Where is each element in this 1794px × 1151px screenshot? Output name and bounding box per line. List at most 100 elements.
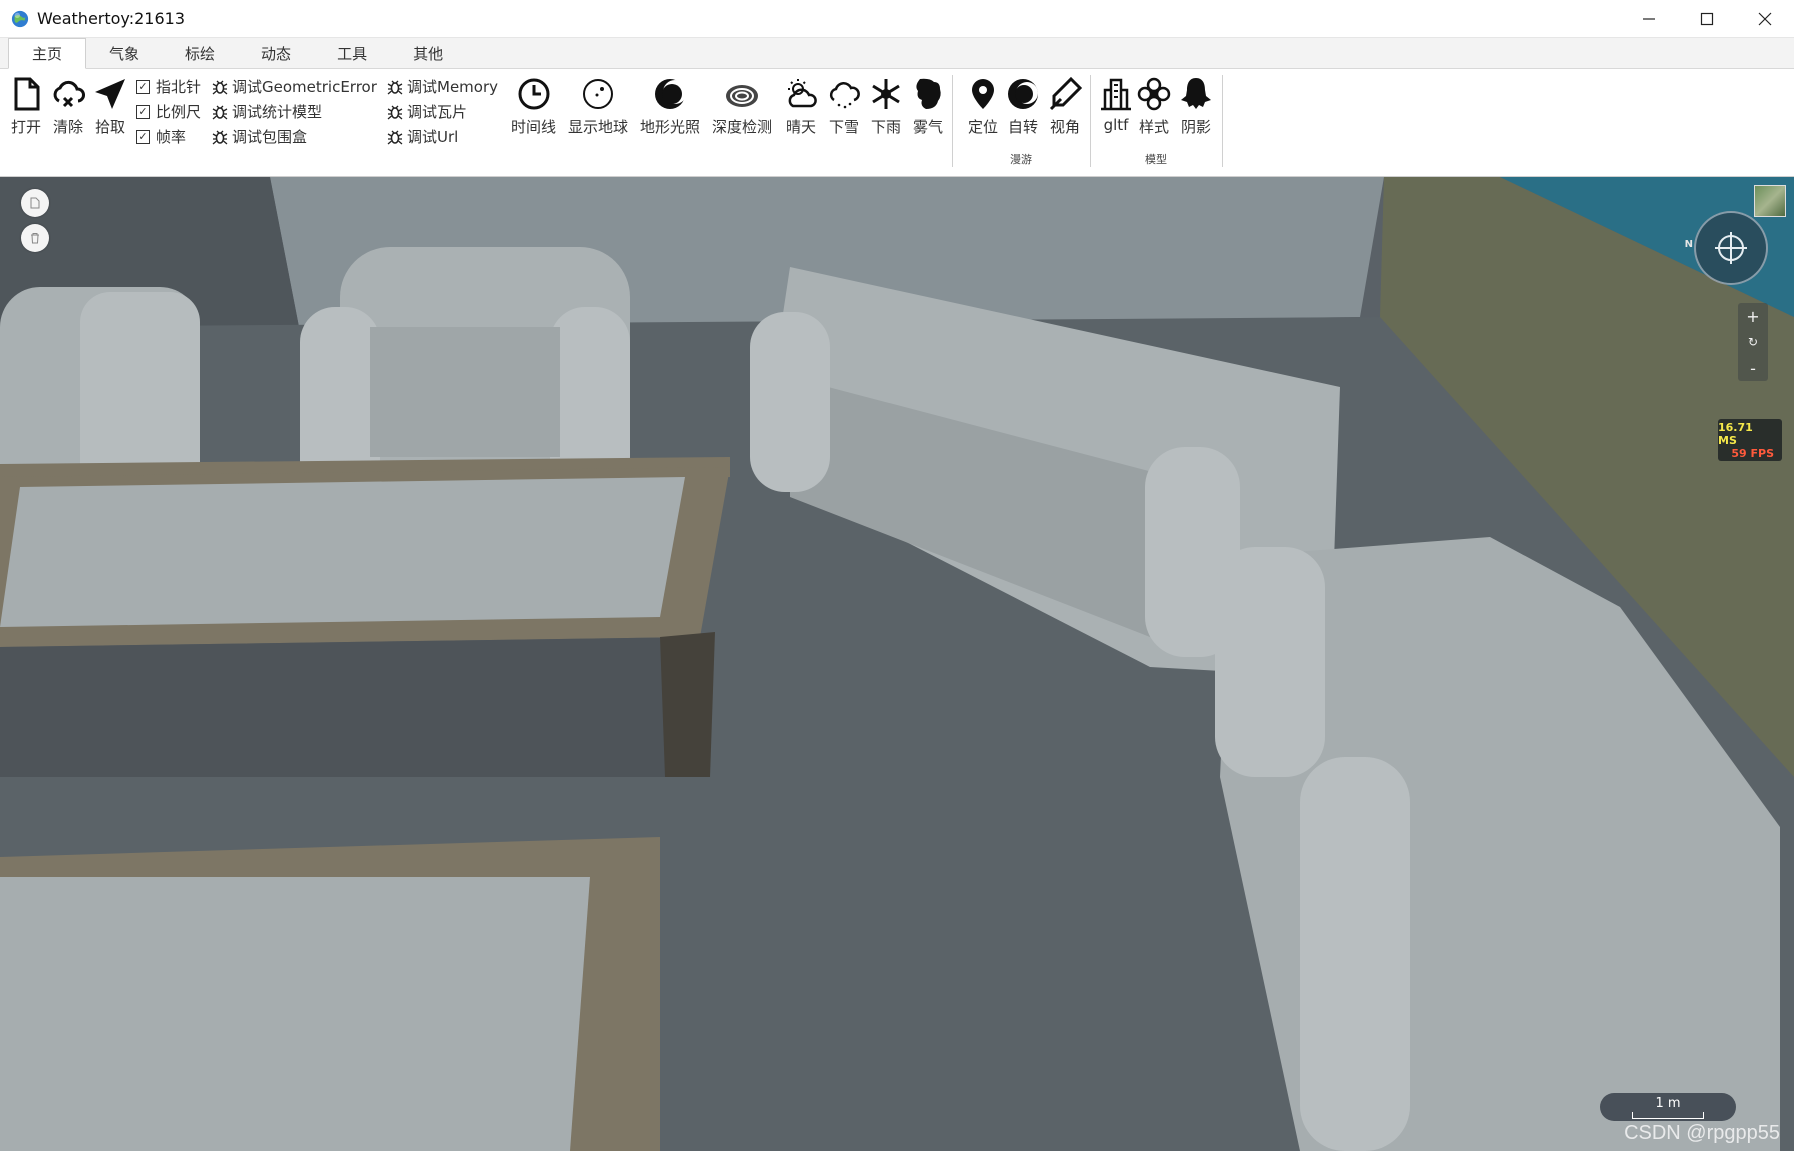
scale-checkbox-label: 比例尺 [156,103,202,121]
file-icon [14,77,40,111]
terrain-lighting-button[interactable]: 地形光照 [640,74,700,137]
tab-home[interactable]: 主页 [8,38,87,69]
compass-north-label: N [1684,239,1693,250]
debug-geometric-error-label: 调试GeometricError [232,78,377,96]
3d-viewport[interactable]: N + ↻ - 16.71 MS 59 FPS 1 m CSDN @rpgpp5… [0,177,1794,1151]
framerate-checkbox-label: 帧率 [156,128,187,146]
pick-arrow-icon [95,79,125,109]
window-title: Weathertoy:21613 [37,9,186,28]
clear-button[interactable]: 清除 [50,74,86,137]
depth-test-button[interactable]: 深度检测 [712,74,772,137]
locate-label: 定位 [967,118,998,136]
fps-text: 59 FPS [1731,446,1774,460]
bug-icon [212,80,228,94]
bug-icon [387,105,403,119]
rain-button[interactable]: 下雨 [868,74,904,137]
compass-checkbox[interactable]: ✓ 指北针 [136,76,201,97]
scale-checkbox[interactable]: ✓ 比例尺 [136,101,201,122]
moon-icon [655,79,687,109]
debug-tiles-label: 调试瓦片 [407,103,468,121]
debug-bounding-box-button[interactable]: 调试包围盒 [212,126,307,147]
fog-icon [916,78,941,109]
show-globe-button[interactable]: 显示地球 [568,74,628,137]
roam-group-label: 漫游 [1010,153,1032,166]
style-label: 样式 [1138,118,1169,136]
show-globe-label: 显示地球 [568,118,629,136]
view-angle-icon [1049,76,1083,111]
tab-weather[interactable]: 气象 [86,39,162,68]
locate-button[interactable]: 定位 [965,74,1001,137]
auto-rotate-button[interactable]: 自转 [1005,74,1041,137]
debug-stats-model-button[interactable]: 调试统计模型 [212,101,322,122]
ribbon-divider [1090,75,1091,167]
cloud-clear-icon [53,80,85,108]
minimize-button[interactable] [1620,0,1678,38]
gltf-button[interactable]: gltf [1098,74,1134,134]
app-globe-icon [11,10,29,27]
sunny-button[interactable]: 晴天 [783,74,819,137]
snow-label: 下雪 [828,118,859,136]
clear-label: 清除 [52,118,83,136]
debug-geometric-error-button[interactable]: 调试GeometricError [212,76,377,97]
globe-icon [583,79,613,109]
location-pin-icon [972,79,994,109]
checkbox-checked-icon: ✓ [136,129,150,144]
ribbon-divider [952,75,953,167]
tab-plot[interactable]: 标绘 [162,39,238,68]
close-button[interactable] [1736,0,1794,38]
debug-url-button[interactable]: 调试Url [387,126,458,147]
title-bar: Weathertoy:21613 [0,0,1794,38]
tab-tools[interactable]: 工具 [314,39,390,68]
zoom-controls: + ↻ - [1738,303,1768,381]
zoom-in-button[interactable]: + [1738,303,1768,329]
terrain-lighting-label: 地形光照 [640,118,701,136]
maximize-button[interactable] [1678,0,1736,38]
timeline-label: 时间线 [511,118,557,136]
view-angle-button[interactable]: 视角 [1047,74,1083,137]
debug-memory-button[interactable]: 调试Memory [387,76,498,97]
framerate-checkbox[interactable]: ✓ 帧率 [136,126,186,147]
rain-label: 下雨 [870,118,901,136]
ghost-icon [1181,78,1211,109]
snow-cloud-icon [829,82,860,109]
view-angle-label: 视角 [1049,118,1080,136]
auto-rotate-label: 自转 [1007,118,1038,136]
frame-time-text: 16.71 MS [1718,420,1753,447]
checkbox-checked-icon: ✓ [136,79,150,94]
snow-button[interactable]: 下雪 [826,74,862,137]
zoom-out-button[interactable]: - [1738,355,1768,381]
bug-icon [387,80,403,94]
shadow-button[interactable]: 阴影 [1178,74,1214,137]
timeline-button[interactable]: 时间线 [511,74,556,137]
debug-memory-label: 调试Memory [407,78,499,96]
sunny-label: 晴天 [785,118,816,136]
basemap-thumbnail-button[interactable] [1754,185,1786,217]
fog-button[interactable]: 雾气 [910,74,946,137]
bug-icon [212,130,228,144]
open-button[interactable]: 打开 [8,74,44,137]
pick-button[interactable]: 拾取 [92,74,128,137]
debug-url-label: 调试Url [407,128,459,146]
minimize-icon [1643,18,1655,20]
scale-label: 1 m [1655,1095,1681,1111]
tab-dynamic[interactable]: 动态 [238,39,314,68]
rotate-icon [1008,79,1038,109]
style-button[interactable]: 样式 [1136,74,1172,137]
flower-icon [1137,77,1171,111]
zoom-reset-button[interactable]: ↻ [1738,329,1768,355]
maximize-icon [1700,12,1714,26]
scale-bar-line [1632,1111,1704,1119]
document-tool-button[interactable] [21,189,49,217]
compass-crosshair-icon [1715,232,1747,264]
compass-widget[interactable] [1694,211,1768,285]
checkbox-checked-icon: ✓ [136,104,150,119]
tab-other[interactable]: 其他 [390,39,466,68]
debug-tiles-button[interactable]: 调试瓦片 [387,101,467,122]
bug-icon [212,105,228,119]
bug-icon [387,130,403,144]
watermark-text: CSDN @rpgpp55 [1624,1122,1780,1144]
depth-cloud-icon [726,85,758,107]
pick-label: 拾取 [94,118,125,136]
fps-panel: 16.71 MS 59 FPS [1718,419,1782,461]
delete-tool-button[interactable] [21,224,49,252]
